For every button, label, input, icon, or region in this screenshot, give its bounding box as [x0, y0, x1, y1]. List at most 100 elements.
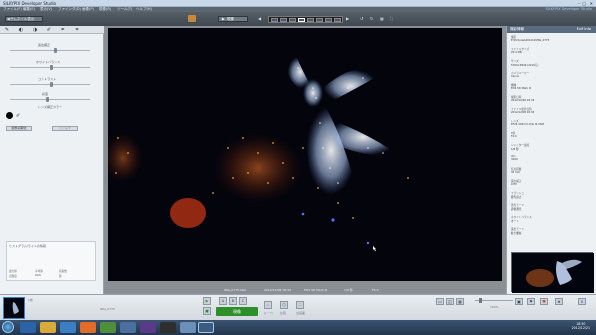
film-thumb[interactable]	[289, 18, 296, 22]
exposure-slider[interactable]	[10, 48, 90, 53]
rotate-right-icon[interactable]: ↻	[370, 16, 373, 21]
slider-knob[interactable]	[50, 82, 53, 87]
undo-button[interactable]: 元に戻す	[52, 126, 78, 131]
slider-label: 露出補正	[38, 43, 51, 47]
info-item: カメラメーカー Canon	[511, 71, 529, 78]
contrast-slider[interactable]	[10, 82, 90, 87]
fullscreen-view-icon[interactable]: ⛶	[296, 301, 304, 309]
stop-small-icon[interactable]: ■	[203, 307, 211, 315]
info-panel-title-en: Exif Info	[576, 27, 591, 31]
ie-icon[interactable]	[20, 322, 36, 333]
wrench-icon[interactable]: ✎	[2, 27, 12, 33]
app-icon[interactable]	[120, 322, 136, 333]
label-icon[interactable]: ⚑	[527, 298, 535, 305]
film-thumb[interactable]	[334, 18, 341, 22]
saturation-slider[interactable]	[10, 97, 90, 102]
preset-a-button[interactable]: A	[219, 297, 227, 305]
night-illumination-photo	[108, 28, 502, 281]
color-swatch[interactable]	[6, 112, 13, 119]
slider-knob[interactable]	[46, 97, 49, 102]
color-icon[interactable]: ◐	[16, 27, 26, 33]
info-value: 0 EV	[511, 183, 517, 186]
info-item: ファイルサイズ 25.4 MB	[511, 47, 529, 54]
rating-icon[interactable]: ★	[555, 298, 563, 305]
info-value: 評価測光	[511, 208, 522, 211]
preview-canvas[interactable]	[104, 26, 506, 286]
fullscreen-icon[interactable]: ⛶	[390, 16, 393, 21]
bottom-bar: IMG_0775 1枚 ▶ ■ A B C 現像 ⌕ ルーペ ◫ 比較 ⛶ 全画…	[0, 294, 596, 320]
select-icon[interactable]: ▣	[515, 298, 523, 305]
app-icon[interactable]	[180, 322, 196, 333]
slider-knob[interactable]	[54, 48, 57, 53]
brush-icon[interactable]: ✐	[44, 27, 54, 33]
film-thumb[interactable]	[316, 18, 323, 22]
maximize-button[interactable]: □	[582, 1, 586, 6]
info-item: 撮影 E:\Pictures\201212\IMG_0775	[511, 35, 549, 42]
slider-knob[interactable]	[50, 65, 53, 70]
navigator-thumbnail[interactable]	[511, 252, 594, 293]
info-item: シャッター速度 1/8 秒	[511, 143, 529, 151]
info-icon[interactable]: ℹ	[578, 298, 586, 305]
rotate-left-icon[interactable]: ↺	[360, 16, 363, 21]
split-view-icon[interactable]: ◫	[446, 298, 454, 305]
preset-b-button[interactable]: B	[229, 297, 237, 305]
play-small-icon[interactable]: ▶	[203, 297, 211, 305]
info-item: 撮影日時 2012/12/08 18:34	[511, 95, 534, 102]
silkypix-taskbar-icon[interactable]	[198, 322, 214, 333]
minimize-button[interactable]: –	[578, 1, 580, 6]
tone-icon[interactable]: ◑	[30, 27, 40, 33]
reset-adjustments-button[interactable]: 調整初期化	[6, 126, 32, 131]
single-view-icon[interactable]: ▭	[436, 298, 444, 305]
info-item: ホワイトバランス オート	[511, 215, 532, 223]
info-label: シャッター速度	[511, 144, 530, 147]
photo-preview[interactable]	[108, 28, 502, 281]
loupe-icon[interactable]: ⌕	[264, 301, 272, 309]
zoom-knob[interactable]	[479, 298, 482, 303]
info-value: 2012/12/08 18:34	[511, 99, 535, 102]
grid-view-icon[interactable]: ▦	[456, 298, 464, 305]
app-icon[interactable]	[160, 322, 176, 333]
start-button[interactable]	[2, 321, 14, 333]
media-player-icon[interactable]	[60, 322, 76, 333]
histogram-panel: ヒストグラム/ライトの情報 最大値 平均値 画素数 高輝度 RAW 値	[6, 241, 96, 281]
play-icon: ▶	[222, 17, 225, 21]
next-icon[interactable]: ▶	[346, 16, 349, 21]
camera-icon[interactable]	[188, 15, 196, 22]
firefox-icon[interactable]	[80, 322, 96, 333]
app-icon[interactable]	[140, 322, 156, 333]
preset-c-button[interactable]: C	[239, 297, 247, 305]
info-item: 露出モード 絞り優先	[511, 227, 524, 235]
film-thumb[interactable]	[325, 18, 332, 22]
film-thumb[interactable]	[271, 18, 278, 22]
white-balance-slider[interactable]	[10, 65, 90, 70]
pen-icon[interactable]: ✒	[58, 27, 68, 33]
selected-thumbnail[interactable]	[3, 297, 25, 319]
save-develop-button[interactable]: 現像	[216, 307, 258, 316]
back-to-thumbnails-button[interactable]: ◀ サムネイル表示	[5, 16, 43, 22]
filmstrip-navigator[interactable]	[268, 16, 343, 23]
film-thumb-selected[interactable]	[298, 18, 305, 22]
info-item: ファイル更新日時 2012/12/08 18:34	[511, 107, 534, 114]
film-thumb[interactable]	[307, 18, 314, 22]
zoom-slider[interactable]	[475, 298, 513, 303]
histogram-stat: 平均値	[35, 270, 43, 273]
film-thumb[interactable]	[280, 18, 287, 22]
info-item: 焦点距離 35 mm	[511, 167, 521, 174]
os-taskbar: 18:50 2012/12/21	[0, 320, 596, 335]
close-button[interactable]: ✕	[590, 1, 593, 6]
compare-icon[interactable]: ◫	[280, 301, 288, 309]
crop-icon[interactable]: ⌗	[72, 27, 82, 33]
eyedropper-icon[interactable]: ✐	[16, 113, 20, 119]
info-value: 5760×3840 (2210万)	[511, 64, 539, 67]
folder-icon[interactable]	[40, 322, 56, 333]
prev-icon[interactable]: ◀	[258, 16, 261, 21]
info-item: 機種 EOS 5D Mark III	[511, 83, 531, 90]
app-icon[interactable]	[100, 322, 116, 333]
photo-status-strip: IMG_0775.CR2 2012/12/08 18:34 EOS 5D Mar…	[104, 286, 506, 294]
develop-button[interactable]: ▶ 現像	[218, 16, 248, 22]
thumbnail-name: IMG_0775	[100, 307, 115, 311]
flag-icon[interactable]: ♥	[540, 298, 548, 305]
slider-label: ホワイトバランス	[36, 60, 60, 64]
info-panel-title: 撮影情報	[510, 27, 524, 31]
grid-icon[interactable]: ▦	[380, 16, 384, 21]
